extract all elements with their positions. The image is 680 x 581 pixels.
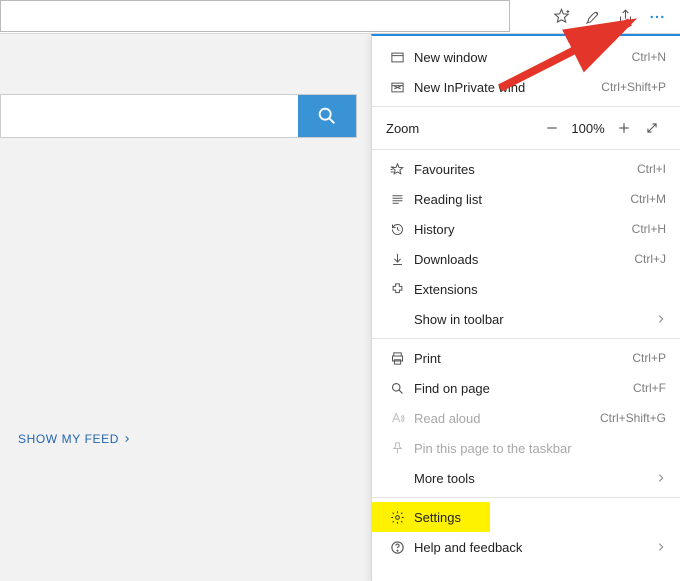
menu-separator	[372, 149, 680, 150]
share-icon[interactable]	[616, 8, 634, 26]
menu-label: Pin this page to the taskbar	[414, 441, 666, 456]
history-icon	[386, 222, 408, 237]
toolbar-actions	[542, 0, 680, 33]
menu-history[interactable]: History Ctrl+H	[372, 214, 680, 244]
search-button[interactable]	[298, 95, 356, 137]
search-input[interactable]	[1, 95, 298, 137]
star-icon	[386, 162, 408, 177]
menu-help-feedback[interactable]: Help and feedback	[372, 532, 680, 562]
menu-label: History	[414, 222, 632, 237]
menu-label: New InPrivate wind	[414, 80, 601, 95]
menu-label: Show in toolbar	[414, 312, 656, 327]
zoom-value: 100%	[566, 121, 610, 136]
menu-separator	[372, 497, 680, 498]
help-icon	[386, 540, 408, 555]
read-aloud-icon	[386, 411, 408, 426]
menu-shortcut: Ctrl+J	[634, 252, 666, 266]
window-icon	[386, 50, 408, 65]
menu-shortcut: Ctrl+Shift+G	[600, 411, 666, 425]
menu-show-in-toolbar[interactable]: Show in toolbar	[372, 304, 680, 334]
reading-list-icon	[386, 192, 408, 207]
menu-settings[interactable]: Settings	[372, 502, 490, 532]
chevron-right-icon	[656, 314, 666, 324]
menu-favourites[interactable]: Favourites Ctrl+I	[372, 154, 680, 184]
inprivate-icon	[386, 80, 408, 95]
chevron-right-icon	[656, 473, 666, 483]
menu-zoom: Zoom 100%	[372, 111, 680, 145]
menu-read-aloud: Read aloud Ctrl+Shift+G	[372, 403, 680, 433]
zoom-out-button[interactable]	[538, 114, 566, 142]
pin-icon	[386, 441, 408, 456]
download-icon	[386, 252, 408, 267]
menu-print[interactable]: Print Ctrl+P	[372, 343, 680, 373]
show-my-feed-label: SHOW MY FEED	[18, 432, 119, 446]
menu-label: Downloads	[414, 252, 634, 267]
menu-label: Read aloud	[414, 411, 600, 426]
address-bar-wrap	[0, 0, 542, 33]
menu-shortcut: Ctrl+F	[633, 381, 666, 395]
show-my-feed-link[interactable]: SHOW MY FEED	[18, 432, 131, 446]
menu-shortcut: Ctrl+Shift+P	[601, 80, 666, 94]
chevron-right-icon	[123, 435, 131, 443]
more-icon[interactable]	[648, 8, 666, 26]
zoom-in-button[interactable]	[610, 114, 638, 142]
menu-new-inprivate[interactable]: New InPrivate wind Ctrl+Shift+P	[372, 72, 680, 102]
menu-label: Reading list	[414, 192, 630, 207]
menu-shortcut: Ctrl+M	[630, 192, 666, 206]
menu-separator	[372, 106, 680, 107]
more-menu: New window Ctrl+N New InPrivate wind Ctr…	[371, 34, 680, 581]
fullscreen-button[interactable]	[638, 114, 666, 142]
search-icon	[386, 381, 408, 396]
menu-separator	[372, 338, 680, 339]
menu-label: Help and feedback	[414, 540, 656, 555]
page-content: SHOW MY FEED New window Ctrl+N New InPri…	[0, 34, 680, 581]
chevron-right-icon	[656, 542, 666, 552]
menu-reading-list[interactable]: Reading list Ctrl+M	[372, 184, 680, 214]
extensions-icon	[386, 282, 408, 297]
favourites-icon[interactable]	[552, 8, 570, 26]
menu-label: Extensions	[414, 282, 666, 297]
menu-shortcut: Ctrl+N	[632, 50, 666, 64]
menu-downloads[interactable]: Downloads Ctrl+J	[372, 244, 680, 274]
menu-label: Print	[414, 351, 632, 366]
address-bar[interactable]	[0, 0, 510, 32]
search-box	[0, 94, 357, 138]
menu-pin-taskbar: Pin this page to the taskbar	[372, 433, 680, 463]
menu-shortcut: Ctrl+I	[637, 162, 666, 176]
menu-shortcut: Ctrl+P	[632, 351, 666, 365]
menu-label: Find on page	[414, 381, 633, 396]
menu-label: Favourites	[414, 162, 637, 177]
menu-label: Settings	[414, 510, 476, 525]
menu-new-window[interactable]: New window Ctrl+N	[372, 42, 680, 72]
menu-label: New window	[414, 50, 632, 65]
zoom-label: Zoom	[386, 121, 538, 136]
menu-find-on-page[interactable]: Find on page Ctrl+F	[372, 373, 680, 403]
menu-extensions[interactable]: Extensions	[372, 274, 680, 304]
menu-shortcut: Ctrl+H	[632, 222, 666, 236]
pen-icon[interactable]	[584, 8, 602, 26]
print-icon	[386, 351, 408, 366]
menu-more-tools[interactable]: More tools	[372, 463, 680, 493]
browser-toolbar	[0, 0, 680, 34]
menu-label: More tools	[414, 471, 656, 486]
gear-icon	[386, 510, 408, 525]
